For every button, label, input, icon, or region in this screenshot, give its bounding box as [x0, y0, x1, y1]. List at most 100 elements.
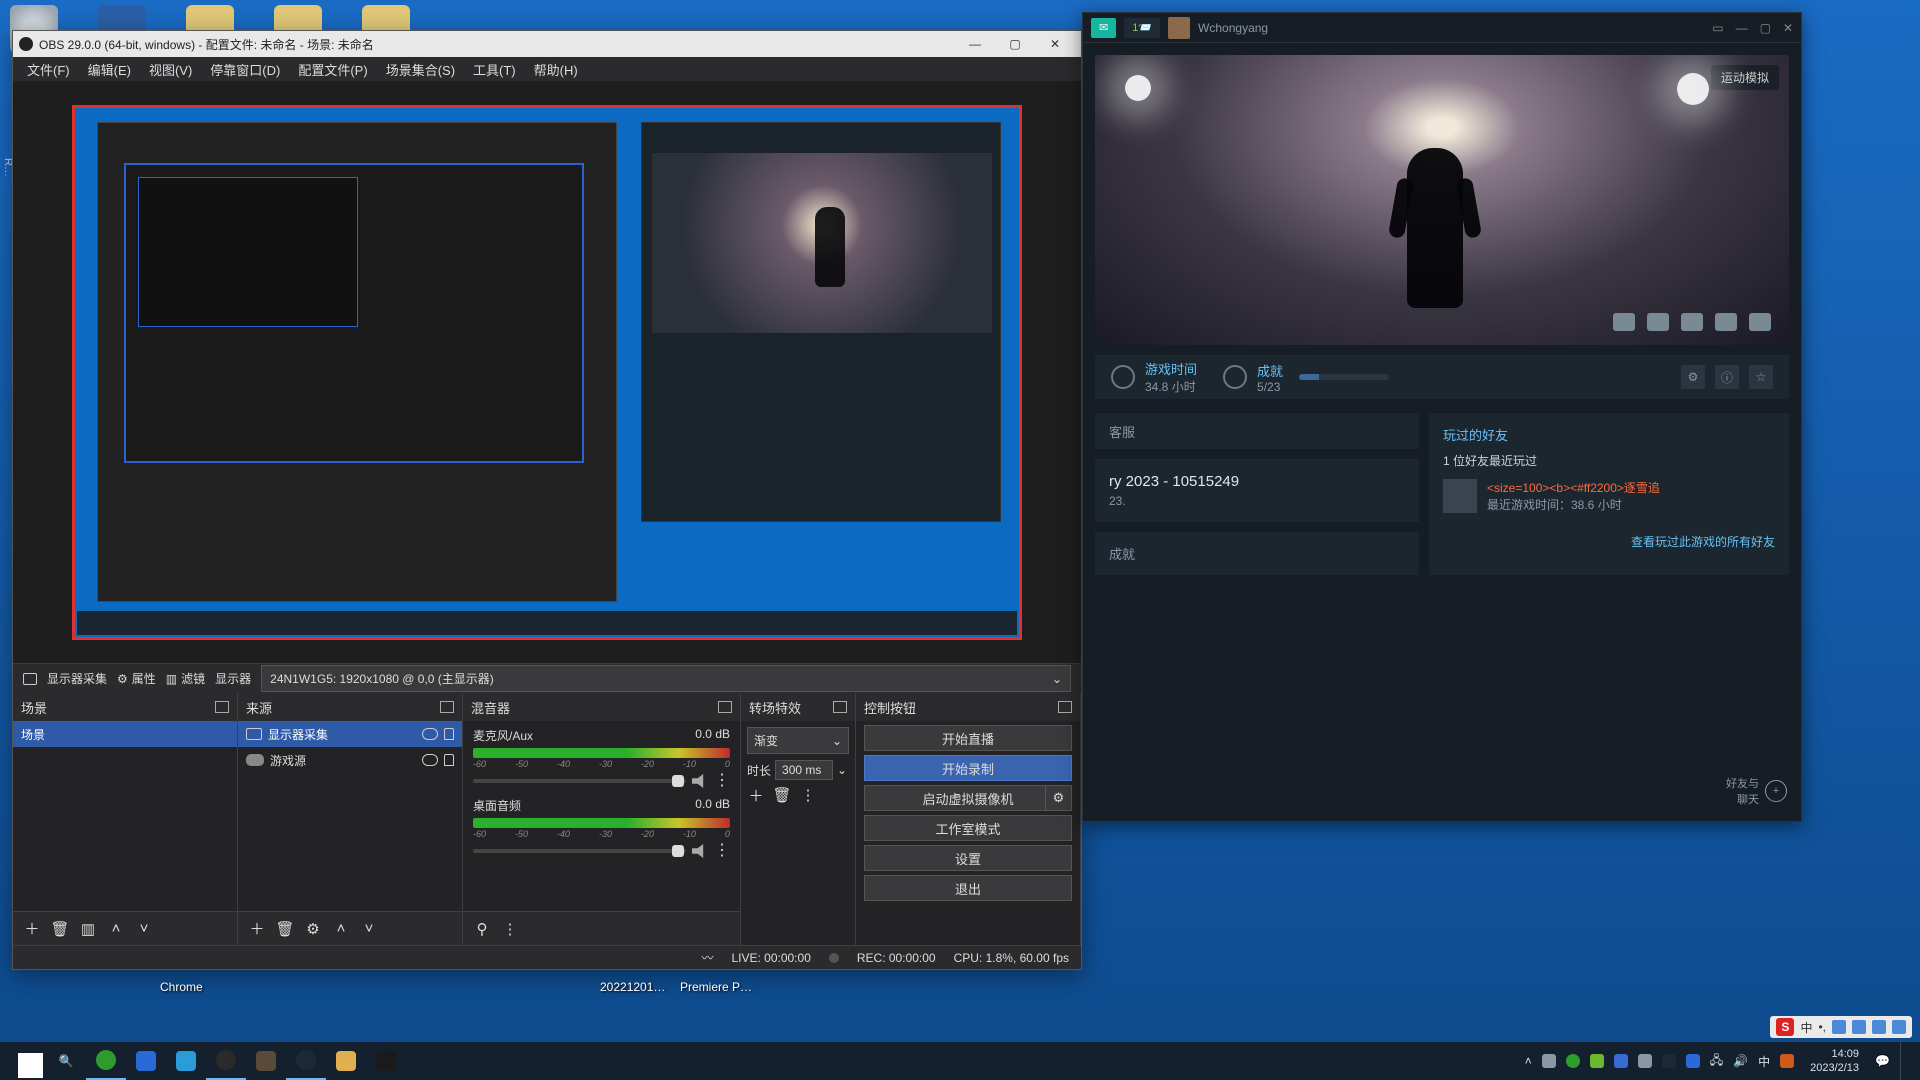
favorite-icon[interactable]: ☆: [1749, 365, 1773, 389]
scene-filter-button[interactable]: ▥: [79, 920, 97, 938]
taskbar-app-game[interactable]: [246, 1042, 286, 1080]
steam-messages-button[interactable]: ✉: [1091, 18, 1116, 38]
mixer-menu-button[interactable]: ⋮: [501, 920, 519, 938]
tray-network-icon[interactable]: 🖧: [1710, 1051, 1723, 1072]
start-record-button[interactable]: 开始录制: [864, 755, 1072, 781]
delete-scene-button[interactable]: 🗑: [51, 920, 69, 938]
steam-username[interactable]: Wchongyang: [1198, 21, 1268, 35]
guides-icon[interactable]: [1681, 313, 1703, 331]
game-settings-icon[interactable]: ⚙: [1681, 365, 1705, 389]
game-info-icon[interactable]: ⓘ: [1715, 365, 1739, 389]
settings-button[interactable]: 设置: [864, 845, 1072, 871]
tray-app-icon[interactable]: [1566, 1054, 1580, 1068]
sources-list[interactable]: 显示器采集 游戏源: [238, 721, 462, 911]
achievement-stat[interactable]: 成就5/23: [1223, 361, 1389, 394]
channel-menu-icon[interactable]: ⋮: [714, 846, 730, 856]
tray-bluetooth-icon[interactable]: [1686, 1054, 1700, 1068]
taskbar-app-chrome[interactable]: [86, 1042, 126, 1080]
obs-titlebar[interactable]: OBS 29.0.0 (64-bit, windows) - 配置文件: 未命名…: [13, 31, 1081, 57]
gamepad-icon[interactable]: [1749, 313, 1771, 331]
start-virtualcam-button[interactable]: 启动虚拟摄像机 ⚙: [864, 785, 1072, 811]
delete-transition-button[interactable]: 🗑: [773, 786, 791, 804]
duration-input[interactable]: 300 ms: [775, 760, 833, 780]
duration-stepper[interactable]: ⌄: [837, 763, 847, 777]
properties-button[interactable]: ⚙ 属性: [117, 670, 156, 687]
ime-toolbox-icon[interactable]: [1892, 1020, 1906, 1034]
popout-icon[interactable]: [215, 701, 229, 713]
notifications-button[interactable]: 💬: [1875, 1054, 1890, 1068]
news-update-card[interactable]: ry 2023 - 10515249 23.: [1095, 459, 1419, 522]
ime-mic-icon[interactable]: [1832, 1020, 1846, 1034]
steam-hero-image[interactable]: 运动模拟: [1095, 55, 1789, 345]
close-button[interactable]: ✕: [1035, 31, 1075, 57]
taskbar-app-obs[interactable]: [206, 1042, 246, 1080]
filters-button[interactable]: ▥ 滤镜: [166, 670, 205, 687]
tray-app-icon[interactable]: [1638, 1054, 1652, 1068]
transition-type-select[interactable]: 渐变⌄: [747, 727, 849, 754]
tray-steam-icon[interactable]: [1662, 1054, 1676, 1068]
source-item[interactable]: 游戏源: [238, 747, 462, 773]
steam-header[interactable]: ✉ 1 📨 Wchongyang ▭ — ▢ ✕: [1083, 13, 1801, 43]
steam-view-icon[interactable]: ▭: [1712, 21, 1723, 35]
preview-area[interactable]: [13, 81, 1081, 663]
source-settings-button[interactable]: ⚙: [304, 920, 322, 938]
support-link[interactable]: 客服: [1095, 413, 1419, 449]
taskbar-clock[interactable]: 14:092023/2/13: [1804, 1047, 1865, 1075]
add-scene-button[interactable]: ＋: [23, 920, 41, 938]
taskbar-app-steam[interactable]: [286, 1042, 326, 1080]
source-item[interactable]: 显示器采集: [238, 721, 462, 747]
friend-row[interactable]: <size=100><b><#ff2200>逐雪追 最近游戏时间：38.6 小时: [1443, 479, 1775, 513]
channel-menu-icon[interactable]: ⋮: [714, 776, 730, 786]
tray-app-icon[interactable]: [1614, 1054, 1628, 1068]
move-up-button[interactable]: ˄: [332, 920, 350, 938]
speaker-icon[interactable]: [692, 774, 708, 788]
menu-view[interactable]: 视图(V): [141, 58, 200, 81]
exit-button[interactable]: 退出: [864, 875, 1072, 901]
taskbar-app-flyer[interactable]: [126, 1042, 166, 1080]
add-transition-button[interactable]: ＋: [747, 786, 765, 804]
search-button[interactable]: 🔍: [46, 1042, 86, 1080]
start-button[interactable]: [6, 1042, 46, 1080]
tray-sogou-icon[interactable]: [1780, 1054, 1794, 1068]
speaker-icon[interactable]: [692, 844, 708, 858]
minimize-button[interactable]: —: [955, 31, 995, 57]
ime-toolbar[interactable]: S 中 •,: [1770, 1016, 1912, 1038]
desktop-shortcut-label[interactable]: Chrome: [160, 980, 203, 994]
menu-scene-collection[interactable]: 场景集合(S): [378, 58, 463, 81]
virtualcam-settings-icon[interactable]: ⚙: [1045, 786, 1071, 810]
volume-slider[interactable]: [473, 779, 686, 783]
lock-toggle-icon[interactable]: [444, 754, 454, 766]
popout-icon[interactable]: [833, 701, 847, 713]
menu-help[interactable]: 帮助(H): [526, 58, 586, 81]
ime-keyboard-icon[interactable]: [1852, 1020, 1866, 1034]
ime-skin-icon[interactable]: [1872, 1020, 1886, 1034]
scenes-list[interactable]: 场景: [13, 721, 237, 911]
ime-lang[interactable]: 中: [1800, 1019, 1812, 1036]
tray-ime-icon[interactable]: 中: [1758, 1053, 1770, 1070]
steam-minimize-button[interactable]: —: [1736, 21, 1748, 35]
move-down-button[interactable]: ˅: [135, 920, 153, 938]
visibility-toggle-icon[interactable]: [422, 754, 438, 766]
delete-source-button[interactable]: 🗑: [276, 920, 294, 938]
desktop-shortcut-label[interactable]: Premiere P…: [680, 980, 752, 994]
menu-dock[interactable]: 停靠窗口(D): [202, 58, 288, 81]
mixer-advanced-button[interactable]: ⚲: [473, 920, 491, 938]
community-icon[interactable]: [1647, 313, 1669, 331]
tray-volume-icon[interactable]: 🔊: [1733, 1054, 1748, 1068]
move-up-button[interactable]: ˄: [107, 920, 125, 938]
menu-profile[interactable]: 配置文件(P): [290, 58, 375, 81]
menu-tools[interactable]: 工具(T): [465, 58, 524, 81]
tray-mic-icon[interactable]: [1542, 1054, 1556, 1068]
studio-mode-button[interactable]: 工作室模式: [864, 815, 1072, 841]
menu-edit[interactable]: 编辑(E): [80, 58, 139, 81]
show-desktop-button[interactable]: [1900, 1042, 1906, 1080]
display-selector[interactable]: 24N1W1G5: 1920x1080 @ 0,0 (主显示器)⌄: [261, 665, 1071, 692]
popout-icon[interactable]: [440, 701, 454, 713]
tray-chevron-icon[interactable]: ˄: [1525, 1054, 1532, 1068]
move-down-button[interactable]: ˅: [360, 920, 378, 938]
steam-close-button[interactable]: ✕: [1783, 21, 1793, 35]
achievements-section-header[interactable]: 成就: [1095, 532, 1419, 575]
taskbar-app-telegram[interactable]: [166, 1042, 206, 1080]
add-source-button[interactable]: ＋: [248, 920, 266, 938]
genre-badge[interactable]: 运动模拟: [1711, 65, 1779, 90]
